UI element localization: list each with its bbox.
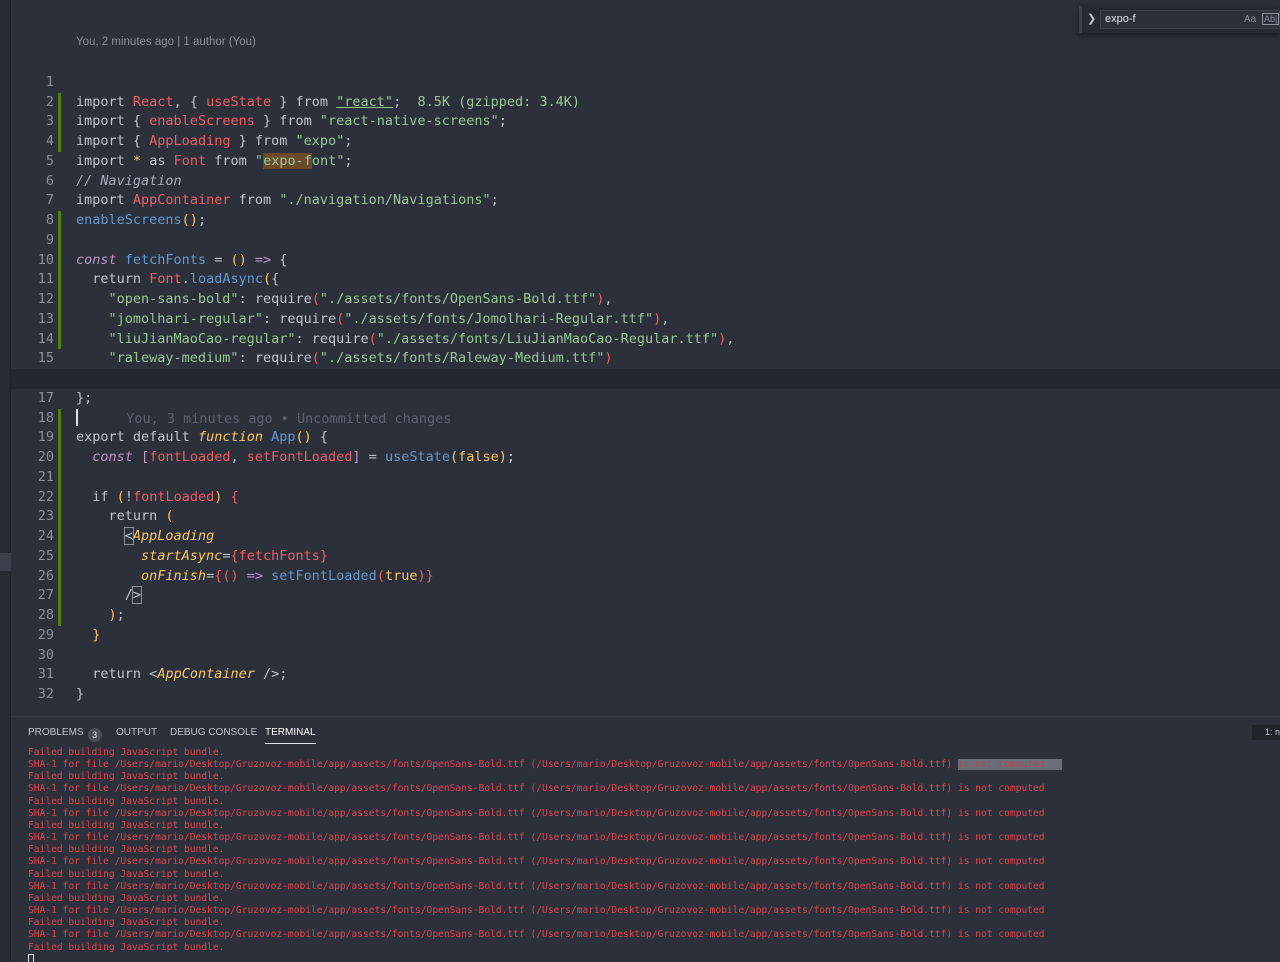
code-line[interactable]: 28 } [11,586,1280,643]
bottom-panel: PROBLEMS 3 OUTPUT DEBUG CONSOLE TERMINAL … [11,716,1280,962]
problems-count-badge: 3 [87,728,102,742]
tab-terminal[interactable]: TERMINAL [265,727,316,744]
code-line-current[interactable]: 17 You, 3 minutes ago • Uncommitted chan… [11,369,1280,427]
code-line[interactable]: 13 "liuJianMaoCao-regular": require("./a… [11,290,1280,347]
terminal-line: Failed building JavaScript bundle. [28,819,225,831]
terminal-cursor [28,953,34,962]
git-gutter-added [58,132,61,152]
code-line[interactable]: 32 [11,665,1280,702]
terminal-line: Failed building JavaScript bundle. [28,747,225,758]
git-gutter-added [58,487,61,508]
git-gutter-added [58,112,61,132]
code-line[interactable]: 29 [11,606,1280,643]
terminal-text: is not computed [957,856,1045,868]
code-line[interactable]: 31 } [11,646,1280,702]
code-line[interactable]: 11 "open-sans-bold": require("./assets/f… [11,250,1280,307]
git-gutter-added [58,507,61,527]
match-whole-word-toggle[interactable]: Ab| [1262,13,1280,25]
terminal-text: is not computed [957,759,1062,771]
code-line[interactable]: 14 "raleway-medium": require("./assets/f… [11,309,1280,366]
git-gutter-added [58,211,61,231]
terminal-line: SHA-1 for file /Users/mario/Desktop/Gruz… [28,807,1045,819]
terminal-prompt[interactable] [28,953,1062,962]
git-gutter-added [58,290,61,310]
tab-output[interactable]: OUTPUT [116,727,157,738]
code-line[interactable]: 23 <AppLoading [11,487,1280,545]
terminal-text: is not computed [957,929,1045,941]
code-line[interactable]: 15 }); [11,329,1280,386]
code-line[interactable]: 24 startAsync={fetchFonts} [11,507,1280,564]
code-line[interactable]: 3 import { AppLoading } from "expo"; [11,92,1280,149]
chevron-right-icon[interactable]: ❯ [1087,12,1096,25]
git-gutter-added [58,546,61,567]
git-gutter-added [58,527,61,547]
terminal-text: is not computed [957,905,1045,917]
terminal-line: Failed building JavaScript bundle. [28,844,225,856]
find-widget[interactable]: ❯ expo-f Aa Ab| [1079,6,1280,33]
terminal-line: SHA-1 for file /Users/mario/Desktop/Gruz… [28,832,1045,844]
code-line[interactable]: 6 import AppContainer from "./navigation… [11,152,1280,209]
line-number: 32 [37,686,54,702]
git-gutter-added [58,230,61,251]
terminal-line: Failed building JavaScript bundle. [28,868,225,880]
code-line[interactable]: 5 // Navigation [11,132,1280,189]
code-line[interactable]: 1 import React, { useState } from "react… [11,53,1280,110]
terminal-text: is not computed [957,807,1045,819]
terminal-line: SHA-1 for file /Users/mario/Desktop/Gruz… [28,905,1045,917]
terminal-line: SHA-1 for file /Users/mario/Desktop/Gruz… [28,783,1045,795]
terminal-output[interactable]: Failed building JavaScript bundle. SHA-1 … [28,747,1062,962]
git-gutter-added [58,448,61,468]
code-line[interactable]: 18 export default function App() { [11,389,1280,446]
code-line[interactable]: 20 [11,428,1280,465]
codelens-blame[interactable]: You, 2 minutes ago | 1 author (You) [76,36,256,48]
code-line[interactable]: 30 return <AppContainer />; [11,626,1280,683]
git-gutter-added [58,329,61,350]
code-line[interactable]: 10 return Font.loadAsync({ [11,230,1280,287]
scroll-marker [0,553,11,571]
git-gutter-added [58,606,61,626]
code-line[interactable]: 12 "jomolhari-regular": require("./asset… [11,270,1280,327]
git-gutter-added [58,467,61,488]
code-line[interactable]: 2 import { enableScreens } from "react-n… [11,73,1280,130]
code-line[interactable]: 7 enableScreens(); [11,172,1280,228]
code-line[interactable]: 26 /> [11,546,1280,605]
tab-problems[interactable]: PROBLEMS 3 [28,727,102,742]
terminal-line: Failed building JavaScript bundle. [28,795,225,807]
code-line[interactable]: 4 import * as Font from "expo-font"; [11,112,1280,169]
git-gutter-added [58,92,61,113]
terminal-line: SHA-1 for file /Users/mario/Desktop/Gruz… [28,880,1045,892]
code-line[interactable]: 27 ); [11,566,1280,623]
terminal-line: SHA-1 for file /Users/mario/Desktop/Gruz… [28,759,1062,771]
tab-debug-console[interactable]: DEBUG CONSOLE [170,727,257,738]
code-line[interactable]: 22 return ( [11,467,1280,524]
terminal-text: is not computed [957,783,1045,795]
terminal-selector[interactable]: 1: node [1252,725,1280,740]
code-editor[interactable]: You, 2 minutes ago | 1 author (You) 1 im… [11,0,1280,716]
code-line[interactable]: 19 const [fontLoaded, setFontLoaded] = u… [11,408,1280,465]
code-line[interactable]: 8 [11,191,1280,228]
code-line[interactable]: 16 }; [11,349,1280,406]
terminal-line: Failed building JavaScript bundle. [28,941,225,953]
terminal-line: Failed building JavaScript bundle. [28,892,225,904]
git-gutter-added [58,309,61,330]
terminal-line: SHA-1 for file /Users/mario/Desktop/Gruz… [28,856,1045,868]
terminal-line: SHA-1 for file /Users/mario/Desktop/Gruz… [28,929,1045,941]
git-gutter-added [58,586,61,606]
git-gutter-added [58,270,61,290]
code-line[interactable]: 25 onFinish={() => setFontLoaded(true)} [11,527,1280,584]
match-case-toggle[interactable]: Aa [1244,14,1256,25]
terminal-text: is not computed [957,832,1045,844]
code-line[interactable]: 9 const fetchFonts = () => { [11,211,1280,268]
code-line[interactable]: 21 if (!fontLoaded) { [11,448,1280,505]
terminal-line: Failed building JavaScript bundle. [28,917,225,929]
terminal-line: Failed building JavaScript bundle. [28,771,225,783]
git-gutter-added [58,566,61,587]
terminal-text: is not computed [957,880,1045,892]
git-gutter-added [58,408,61,429]
find-input[interactable]: expo-f Aa Ab| [1100,10,1280,29]
git-gutter-added [58,428,61,448]
activity-strip [0,0,11,962]
git-gutter-added [58,250,61,271]
